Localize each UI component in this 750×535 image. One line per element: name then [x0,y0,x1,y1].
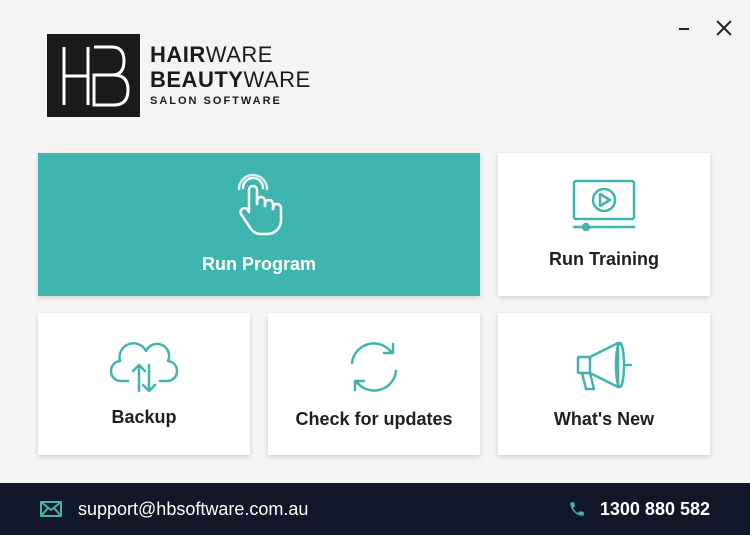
backup-label: Backup [111,406,177,427]
close-button[interactable] [712,16,736,40]
cloud-sync-icon [110,341,178,392]
logo-tagline: SALON SOFTWARE [150,95,282,107]
logo-ware-1: WARE [205,42,273,67]
run-program-button[interactable]: Run Program [38,153,480,296]
whats-new-label: What's New [553,408,655,429]
brand-logo: HAIRWARE BEAUTYWARE SALON SOFTWARE [47,34,311,117]
refresh-icon [350,341,398,392]
support-phone: 1300 880 582 [599,498,710,519]
logo-hair: HAIR [150,42,206,67]
logo-wordmark: HAIRWARE BEAUTYWARE SALON SOFTWARE [150,44,311,107]
phone-icon [570,502,584,516]
backup-button[interactable]: Backup [38,313,250,455]
whats-new-button[interactable]: What's New [498,313,710,455]
run-training-button[interactable]: Run Training [498,153,710,296]
hb-logo-mark [47,34,140,117]
support-email: support@hbsoftware.com.au [78,498,309,519]
check-for-updates-label: Check for updates [295,408,453,429]
minimize-icon [679,28,689,30]
run-program-label: Run Program [201,254,316,274]
megaphone-icon [576,341,633,390]
check-for-updates-button[interactable]: Check for updates [268,313,480,455]
support-phone-link[interactable]: 1300 880 582 [568,499,710,520]
run-training-label: Run Training [549,249,659,269]
close-icon [716,20,732,36]
hb-monogram-icon [62,45,130,106]
logo-beauty: BEAUTY [150,67,244,92]
support-email-link[interactable]: support@hbsoftware.com.au [40,499,308,520]
window-controls [672,16,736,40]
logo-ware-2: WARE [243,67,311,92]
footer-bar: support@hbsoftware.com.au 1300 880 582 [0,483,750,535]
pointer-hand-icon [237,174,283,236]
video-play-icon [572,179,636,232]
envelope-icon [40,501,62,517]
minimize-button[interactable] [672,16,696,40]
